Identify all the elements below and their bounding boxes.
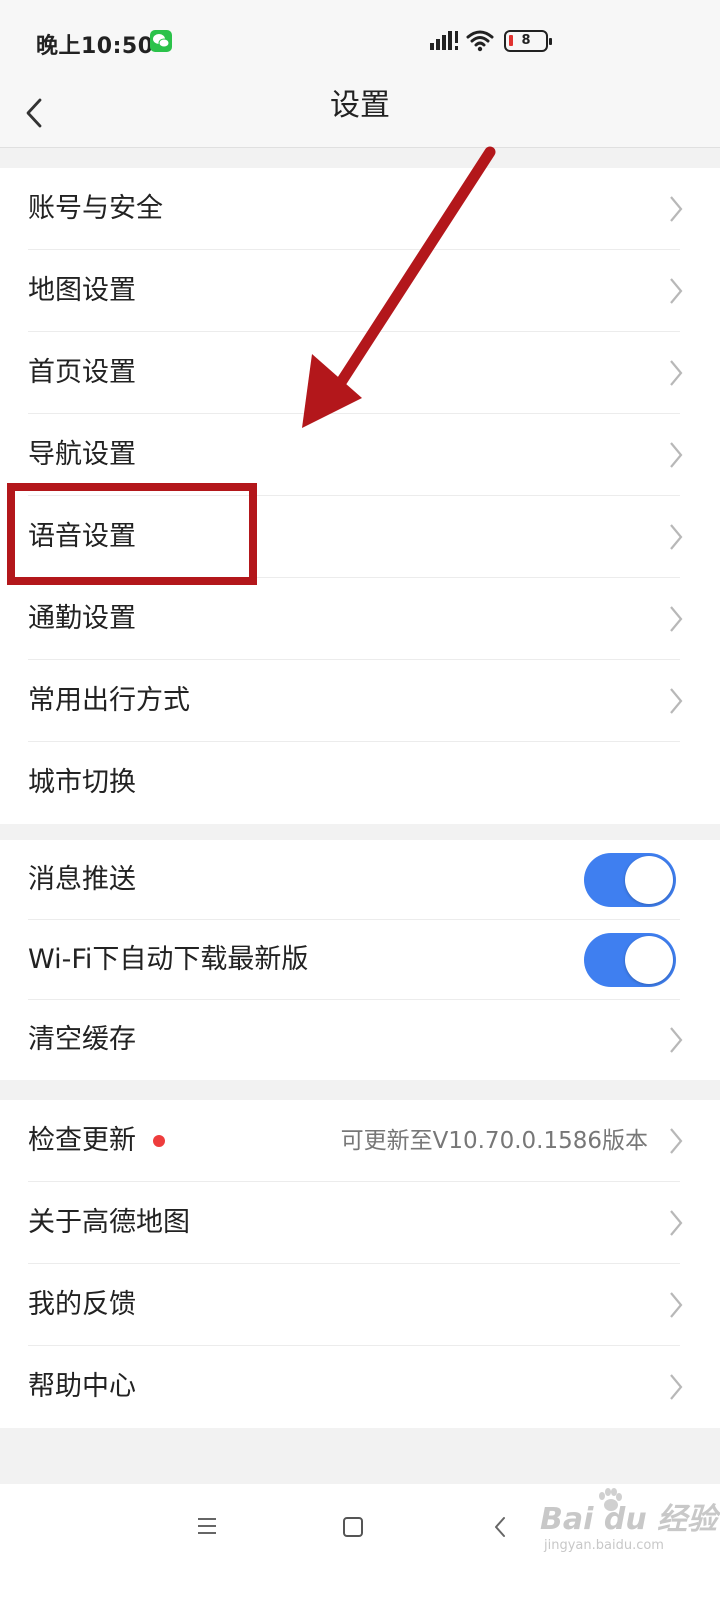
battery-level: 8 [521,33,531,48]
toggle-knob [625,936,673,984]
header: 设置 [0,80,720,148]
battery-icon: 8 [504,30,552,52]
settings-group-about: 检查更新 可更新至V10.70.0.1586版本 关于高德地图 我的反馈 帮助中… [0,1100,720,1428]
settings-item-map[interactable]: 地图设置 [0,250,720,332]
settings-item-label: 常用出行方式 [28,685,190,716]
settings-item-label: 帮助中心 [28,1371,136,1402]
settings-item-navigation[interactable]: 导航设置 [0,414,720,496]
settings-item-about[interactable]: 关于高德地图 [0,1182,720,1264]
chevron-right-icon [670,606,683,632]
settings-item-travel-mode[interactable]: 常用出行方式 [0,660,720,742]
back-nav-icon[interactable] [493,1515,507,1539]
chevron-right-icon [670,196,683,222]
menu-nav-icon[interactable] [196,1517,218,1535]
settings-group-preferences: 消息推送 Wi-Fi下自动下载最新版 清空缓存 [0,840,720,1080]
settings-item-label: 城市切换 [28,767,136,798]
baidu-watermark: Bai du 经验 jingyan.baidu.com [540,1488,717,1564]
settings-item-wifi-download: Wi-Fi下自动下载最新版 [0,920,720,1000]
chevron-right-icon [670,1210,683,1236]
watermark-main: Bai du 经验 [540,1502,718,1537]
settings-group-general: 账号与安全 地图设置 首页设置 导航设置 语音设置 通勤设置 常用出行方式 城市… [0,168,720,824]
wifi-icon [466,28,494,52]
settings-item-check-update[interactable]: 检查更新 可更新至V10.70.0.1586版本 [0,1100,720,1182]
settings-item-commute[interactable]: 通勤设置 [0,578,720,660]
settings-item-label: Wi-Fi下自动下载最新版 [28,944,309,975]
chevron-right-icon [670,1128,683,1154]
update-badge [153,1135,165,1147]
settings-item-label: 语音设置 [28,521,136,552]
watermark-sub: jingyan.baidu.com [544,1538,664,1553]
settings-item-account-security[interactable]: 账号与安全 [0,168,720,250]
status-bar: 晚上10:50 8 [0,0,720,80]
settings-item-label: 清空缓存 [28,1024,136,1055]
page-title: 设置 [330,88,390,123]
settings-item-home[interactable]: 首页设置 [0,332,720,414]
toggle-knob [625,856,673,904]
settings-item-label: 地图设置 [28,275,136,306]
chevron-right-icon [670,278,683,304]
settings-item-voice[interactable]: 语音设置 [0,496,720,578]
settings-item-label: 关于高德地图 [28,1207,190,1238]
settings-item-push: 消息推送 [0,840,720,920]
push-toggle[interactable] [584,853,676,907]
chevron-right-icon [670,524,683,550]
settings-item-label: 消息推送 [28,864,136,895]
settings-item-help[interactable]: 帮助中心 [0,1346,720,1428]
home-nav-icon[interactable] [343,1517,363,1537]
update-version-text: 可更新至V10.70.0.1586版本 [340,1128,648,1154]
chevron-right-icon [670,360,683,386]
wifi-download-toggle[interactable] [584,933,676,987]
settings-item-city-switch[interactable]: 城市切换 [0,742,720,824]
system-nav-bar: Bai du 经验 jingyan.baidu.com [0,1484,720,1600]
settings-item-label: 我的反馈 [28,1289,136,1320]
settings-item-label: 导航设置 [28,439,136,470]
settings-item-feedback[interactable]: 我的反馈 [0,1264,720,1346]
settings-item-label: 检查更新 [28,1125,136,1156]
settings-item-label: 账号与安全 [28,193,163,224]
settings-item-clear-cache[interactable]: 清空缓存 [0,1000,720,1080]
settings-item-label: 首页设置 [28,357,136,388]
chevron-right-icon [670,442,683,468]
signal-icon [430,30,460,50]
chevron-right-icon [670,688,683,714]
chevron-right-icon [670,1292,683,1318]
status-time: 晚上10:50 [36,34,154,59]
chevron-right-icon [670,1374,683,1400]
chevron-right-icon [670,1027,683,1053]
settings-item-label: 通勤设置 [28,603,136,634]
wechat-icon [150,30,172,52]
